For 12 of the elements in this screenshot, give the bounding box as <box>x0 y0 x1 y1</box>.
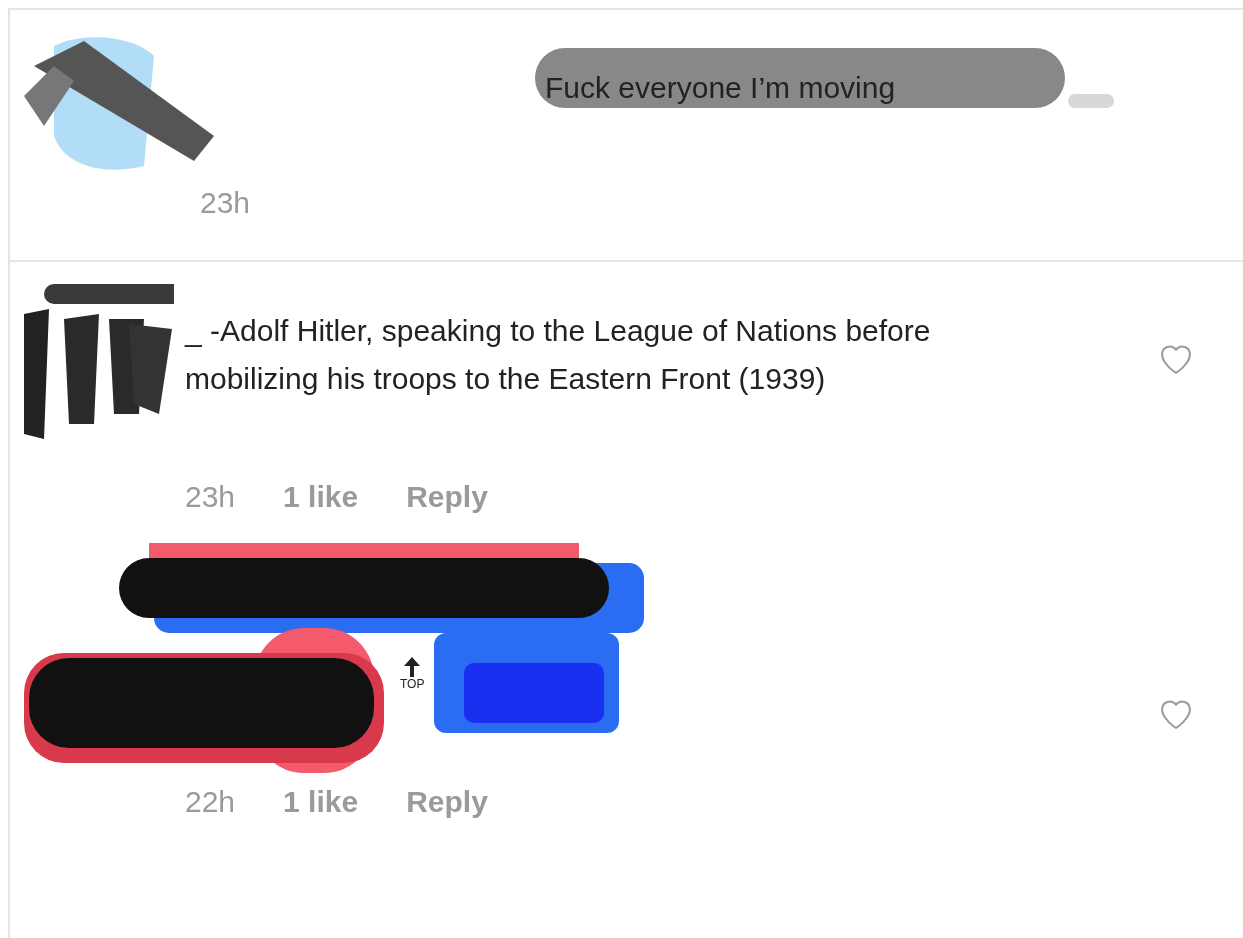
reply-link[interactable]: Reply <box>406 474 488 519</box>
comment-time: 22h <box>185 784 236 820</box>
scribble-drawing <box>1068 94 1114 108</box>
up-arrow-icon <box>404 657 421 677</box>
comment-time: 23h <box>200 185 251 221</box>
caption-text: Fuck everyone I’m moving <box>545 70 896 106</box>
comment-time: 23h <box>185 479 236 515</box>
reply-link[interactable]: Reply <box>406 779 488 824</box>
likes-link[interactable]: 1 like <box>283 474 359 519</box>
comment-text: _ -Adolf Hitler, speaking to the League of Nations before mobilizing his troops to the Eastern Front (1939) <box>185 313 932 397</box>
likes-link[interactable]: 1 like <box>283 779 359 824</box>
top-label: TOP <box>400 677 425 691</box>
